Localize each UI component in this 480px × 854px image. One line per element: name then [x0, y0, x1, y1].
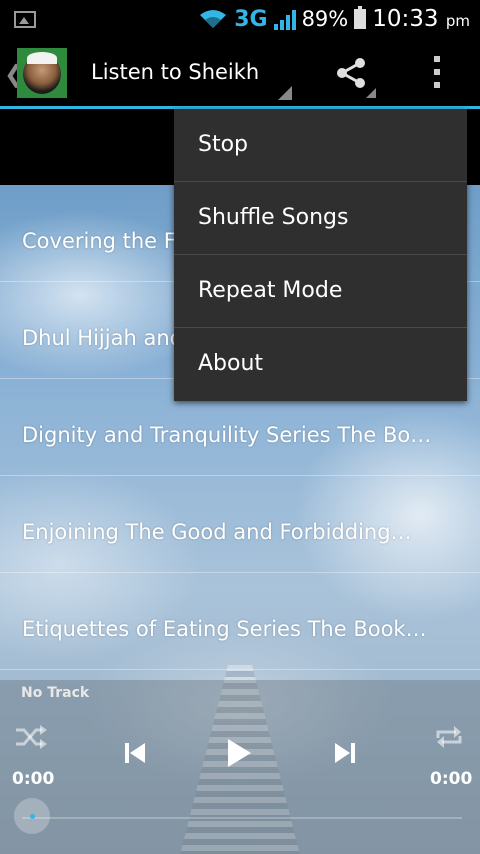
wifi-icon [200, 10, 227, 28]
menu-item-label: Repeat Mode [198, 278, 343, 303]
menu-item-stop[interactable]: Stop [174, 109, 467, 182]
track-item[interactable]: Etiquettes of Eating Series The Book… [0, 573, 480, 670]
share-corner-icon [366, 88, 376, 98]
battery-percent: 89% [301, 7, 349, 31]
network-type: 3G [234, 6, 268, 32]
play-icon[interactable] [226, 738, 252, 768]
app-avatar[interactable] [17, 48, 67, 98]
track-title: Dhul Hijjah and [22, 326, 183, 350]
seek-bar[interactable] [22, 817, 462, 819]
duration-time: 0:00 [430, 769, 473, 789]
menu-item-shuffle-songs[interactable]: Shuffle Songs [174, 182, 467, 255]
track-title: Etiquettes of Eating Series The Book… [22, 617, 427, 641]
action-bar: ❮ Listen to Sheikh B [0, 38, 480, 108]
gallery-notification-icon [14, 11, 36, 28]
menu-item-label: Shuffle Songs [198, 205, 349, 230]
previous-icon[interactable] [124, 741, 146, 765]
menu-item-label: About [198, 351, 264, 376]
elapsed-time: 0:00 [12, 769, 55, 789]
shuffle-icon[interactable] [14, 724, 48, 750]
next-icon[interactable] [334, 741, 356, 765]
avatar-cap [27, 52, 57, 64]
player-panel: No Track 0:00 0:00 [0, 680, 480, 854]
clock-ampm: pm [445, 12, 470, 30]
menu-item-about[interactable]: About [174, 328, 467, 400]
share-icon[interactable] [334, 56, 368, 90]
overflow-menu-icon[interactable] [430, 56, 444, 92]
clock: 10:33 pm [372, 6, 470, 32]
track-title: Enjoining The Good and Forbidding… [22, 520, 412, 544]
clock-time: 10:33 [372, 6, 439, 32]
battery-icon [354, 6, 367, 29]
repeat-icon[interactable] [434, 724, 464, 750]
menu-item-repeat-mode[interactable]: Repeat Mode [174, 255, 467, 328]
now-playing-label: No Track [21, 685, 90, 701]
app-title[interactable]: Listen to Sheikh B [91, 60, 266, 84]
status-bar: 3G 89% 10:33 pm [0, 0, 480, 38]
overflow-menu: Stop Shuffle Songs Repeat Mode About [174, 109, 467, 401]
signal-icon [273, 8, 296, 30]
track-item[interactable]: Enjoining The Good and Forbidding… [0, 476, 480, 573]
spinner-corner-icon [278, 86, 292, 100]
track-title: Covering the F [22, 229, 176, 253]
seek-thumb[interactable] [14, 798, 50, 834]
track-title: Dignity and Tranquility Series The Bo… [22, 423, 432, 447]
menu-item-label: Stop [198, 132, 249, 157]
